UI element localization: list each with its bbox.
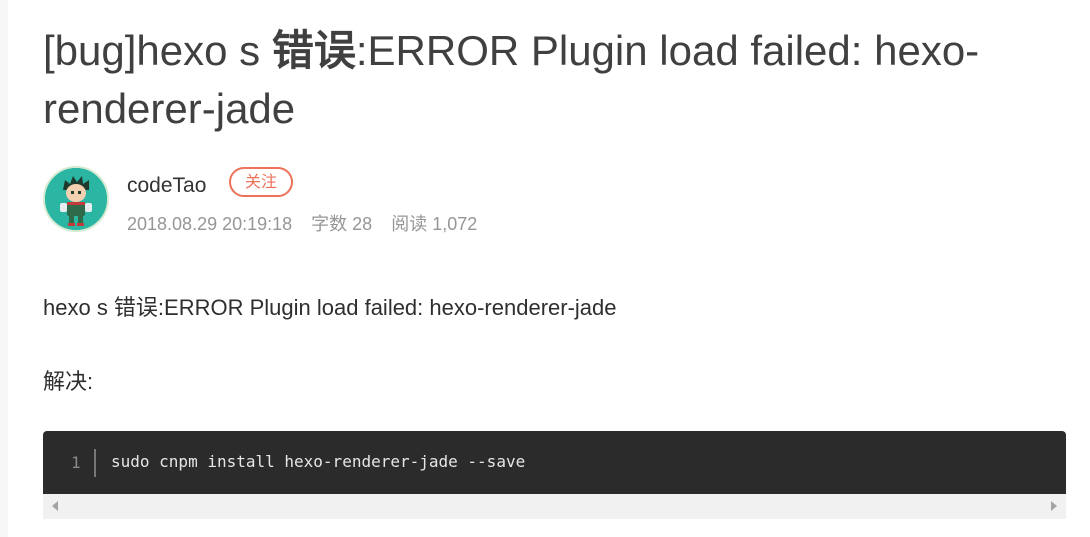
body-paragraph: 解决: xyxy=(43,369,94,394)
code-line-number: 1 xyxy=(71,453,81,472)
avatar-image xyxy=(45,168,107,230)
author-info: codeTao 关注 2018.08.29 20:19:18 字数 28 阅读 … xyxy=(43,166,643,236)
read-count: 阅读 1,072 xyxy=(391,214,478,234)
code-horizontal-scrollbar[interactable] xyxy=(43,494,1066,519)
code-gutter-divider xyxy=(94,449,96,477)
title-bold-word: 错误 xyxy=(271,27,356,74)
code-block: 1 sudo cnpm install hexo-renderer-jade -… xyxy=(43,431,1066,494)
author-name[interactable]: codeTao xyxy=(127,172,206,200)
page-left-edge xyxy=(0,0,8,537)
scroll-left-arrow-icon[interactable] xyxy=(52,501,58,511)
article-meta: 2018.08.29 20:19:18 字数 28 阅读 1,072 xyxy=(127,212,491,236)
title-prefix: [bug]hexo s xyxy=(43,27,272,74)
body-paragraph: hexo s 错误:ERROR Plugin load failed: hexo… xyxy=(43,295,617,320)
word-count: 字数 28 xyxy=(311,214,373,234)
follow-button[interactable]: 关注 xyxy=(229,167,293,197)
avatar[interactable] xyxy=(43,166,109,232)
scroll-right-arrow-icon[interactable] xyxy=(1051,501,1057,511)
article-title: [bug]hexo s 错误:ERROR Plugin load failed:… xyxy=(43,22,1063,138)
publish-date: 2018.08.29 20:19:18 xyxy=(127,214,293,234)
code-line: sudo cnpm install hexo-renderer-jade --s… xyxy=(111,452,526,471)
